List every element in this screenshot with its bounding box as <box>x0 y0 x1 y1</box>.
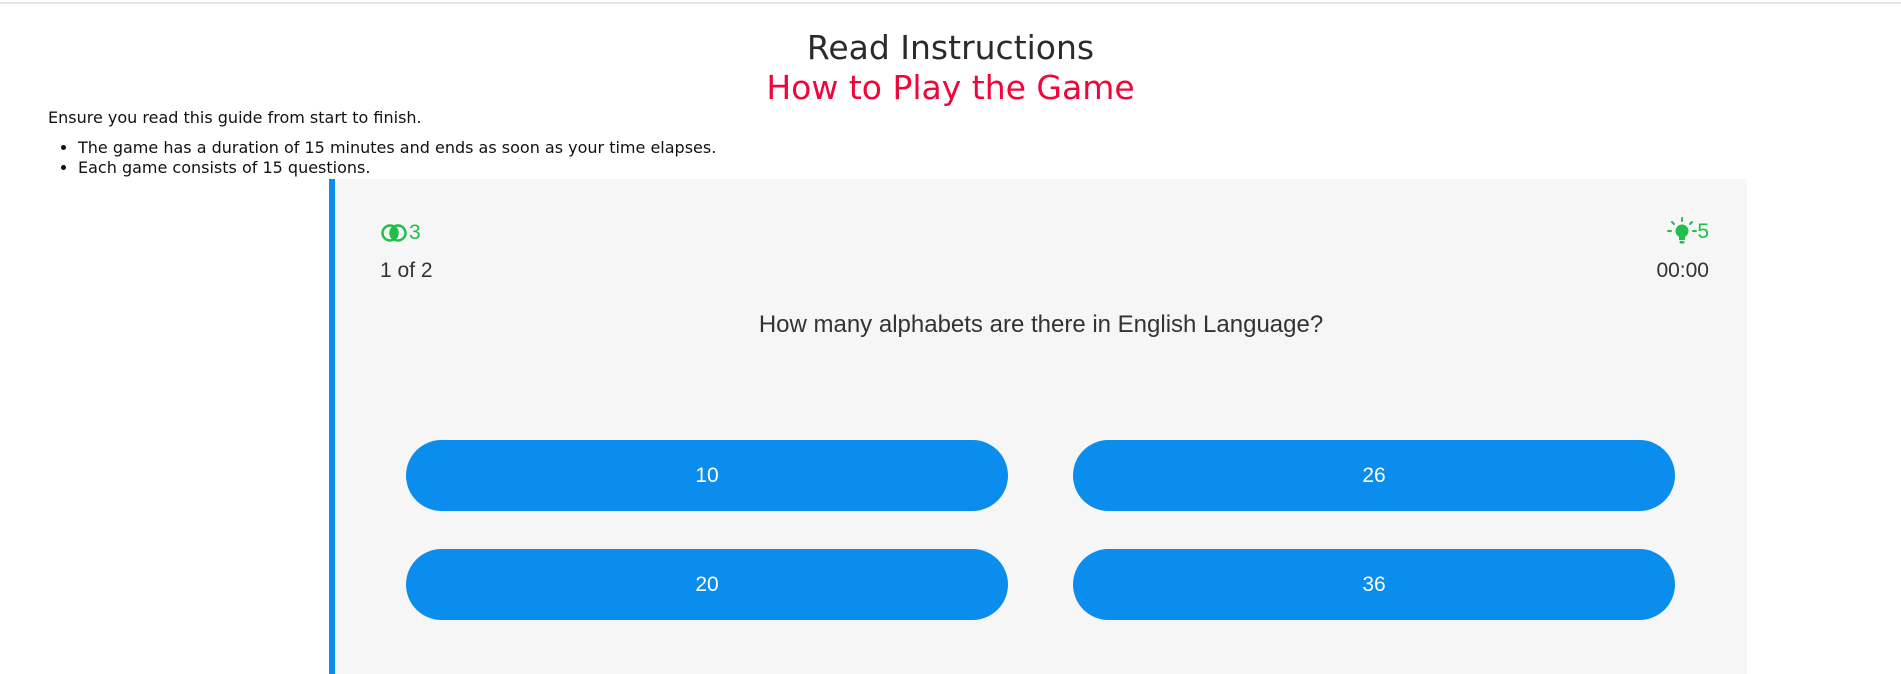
timer: 00:00 <box>1656 259 1709 282</box>
top-divider <box>0 2 1901 4</box>
fifty-fifty-lifeline[interactable]: 3 <box>381 221 421 245</box>
instructions-page: Read Instructions How to Play the Game E… <box>0 0 1901 674</box>
rules-list: The game has a duration of 15 minutes an… <box>48 138 716 178</box>
instructions-intro: Ensure you read this guide from start to… <box>48 108 422 127</box>
lightbulb-icon <box>1667 217 1698 244</box>
option-button[interactable]: 10 <box>406 440 1008 511</box>
rule-item: Each game consists of 15 questions. <box>78 158 716 178</box>
question-counter: 1 of 2 <box>380 259 433 282</box>
fifty-fifty-icon <box>381 224 407 242</box>
page-title: Read Instructions <box>806 28 1095 67</box>
hint-count: 5 <box>1697 220 1709 243</box>
hints-lifeline[interactable]: 5 <box>1667 217 1709 247</box>
lifeline-count: 3 <box>409 221 421 244</box>
page-subtitle: How to Play the Game <box>766 68 1135 107</box>
rule-item: The game has a duration of 15 minutes an… <box>78 138 716 158</box>
quiz-card: 3 5 1 of 2 00:00 How many alphabets are … <box>329 179 1747 674</box>
question-text: How many alphabets are there in English … <box>758 311 1324 338</box>
option-button[interactable]: 36 <box>1073 549 1675 620</box>
option-button[interactable]: 26 <box>1073 440 1675 511</box>
option-button[interactable]: 20 <box>406 549 1008 620</box>
